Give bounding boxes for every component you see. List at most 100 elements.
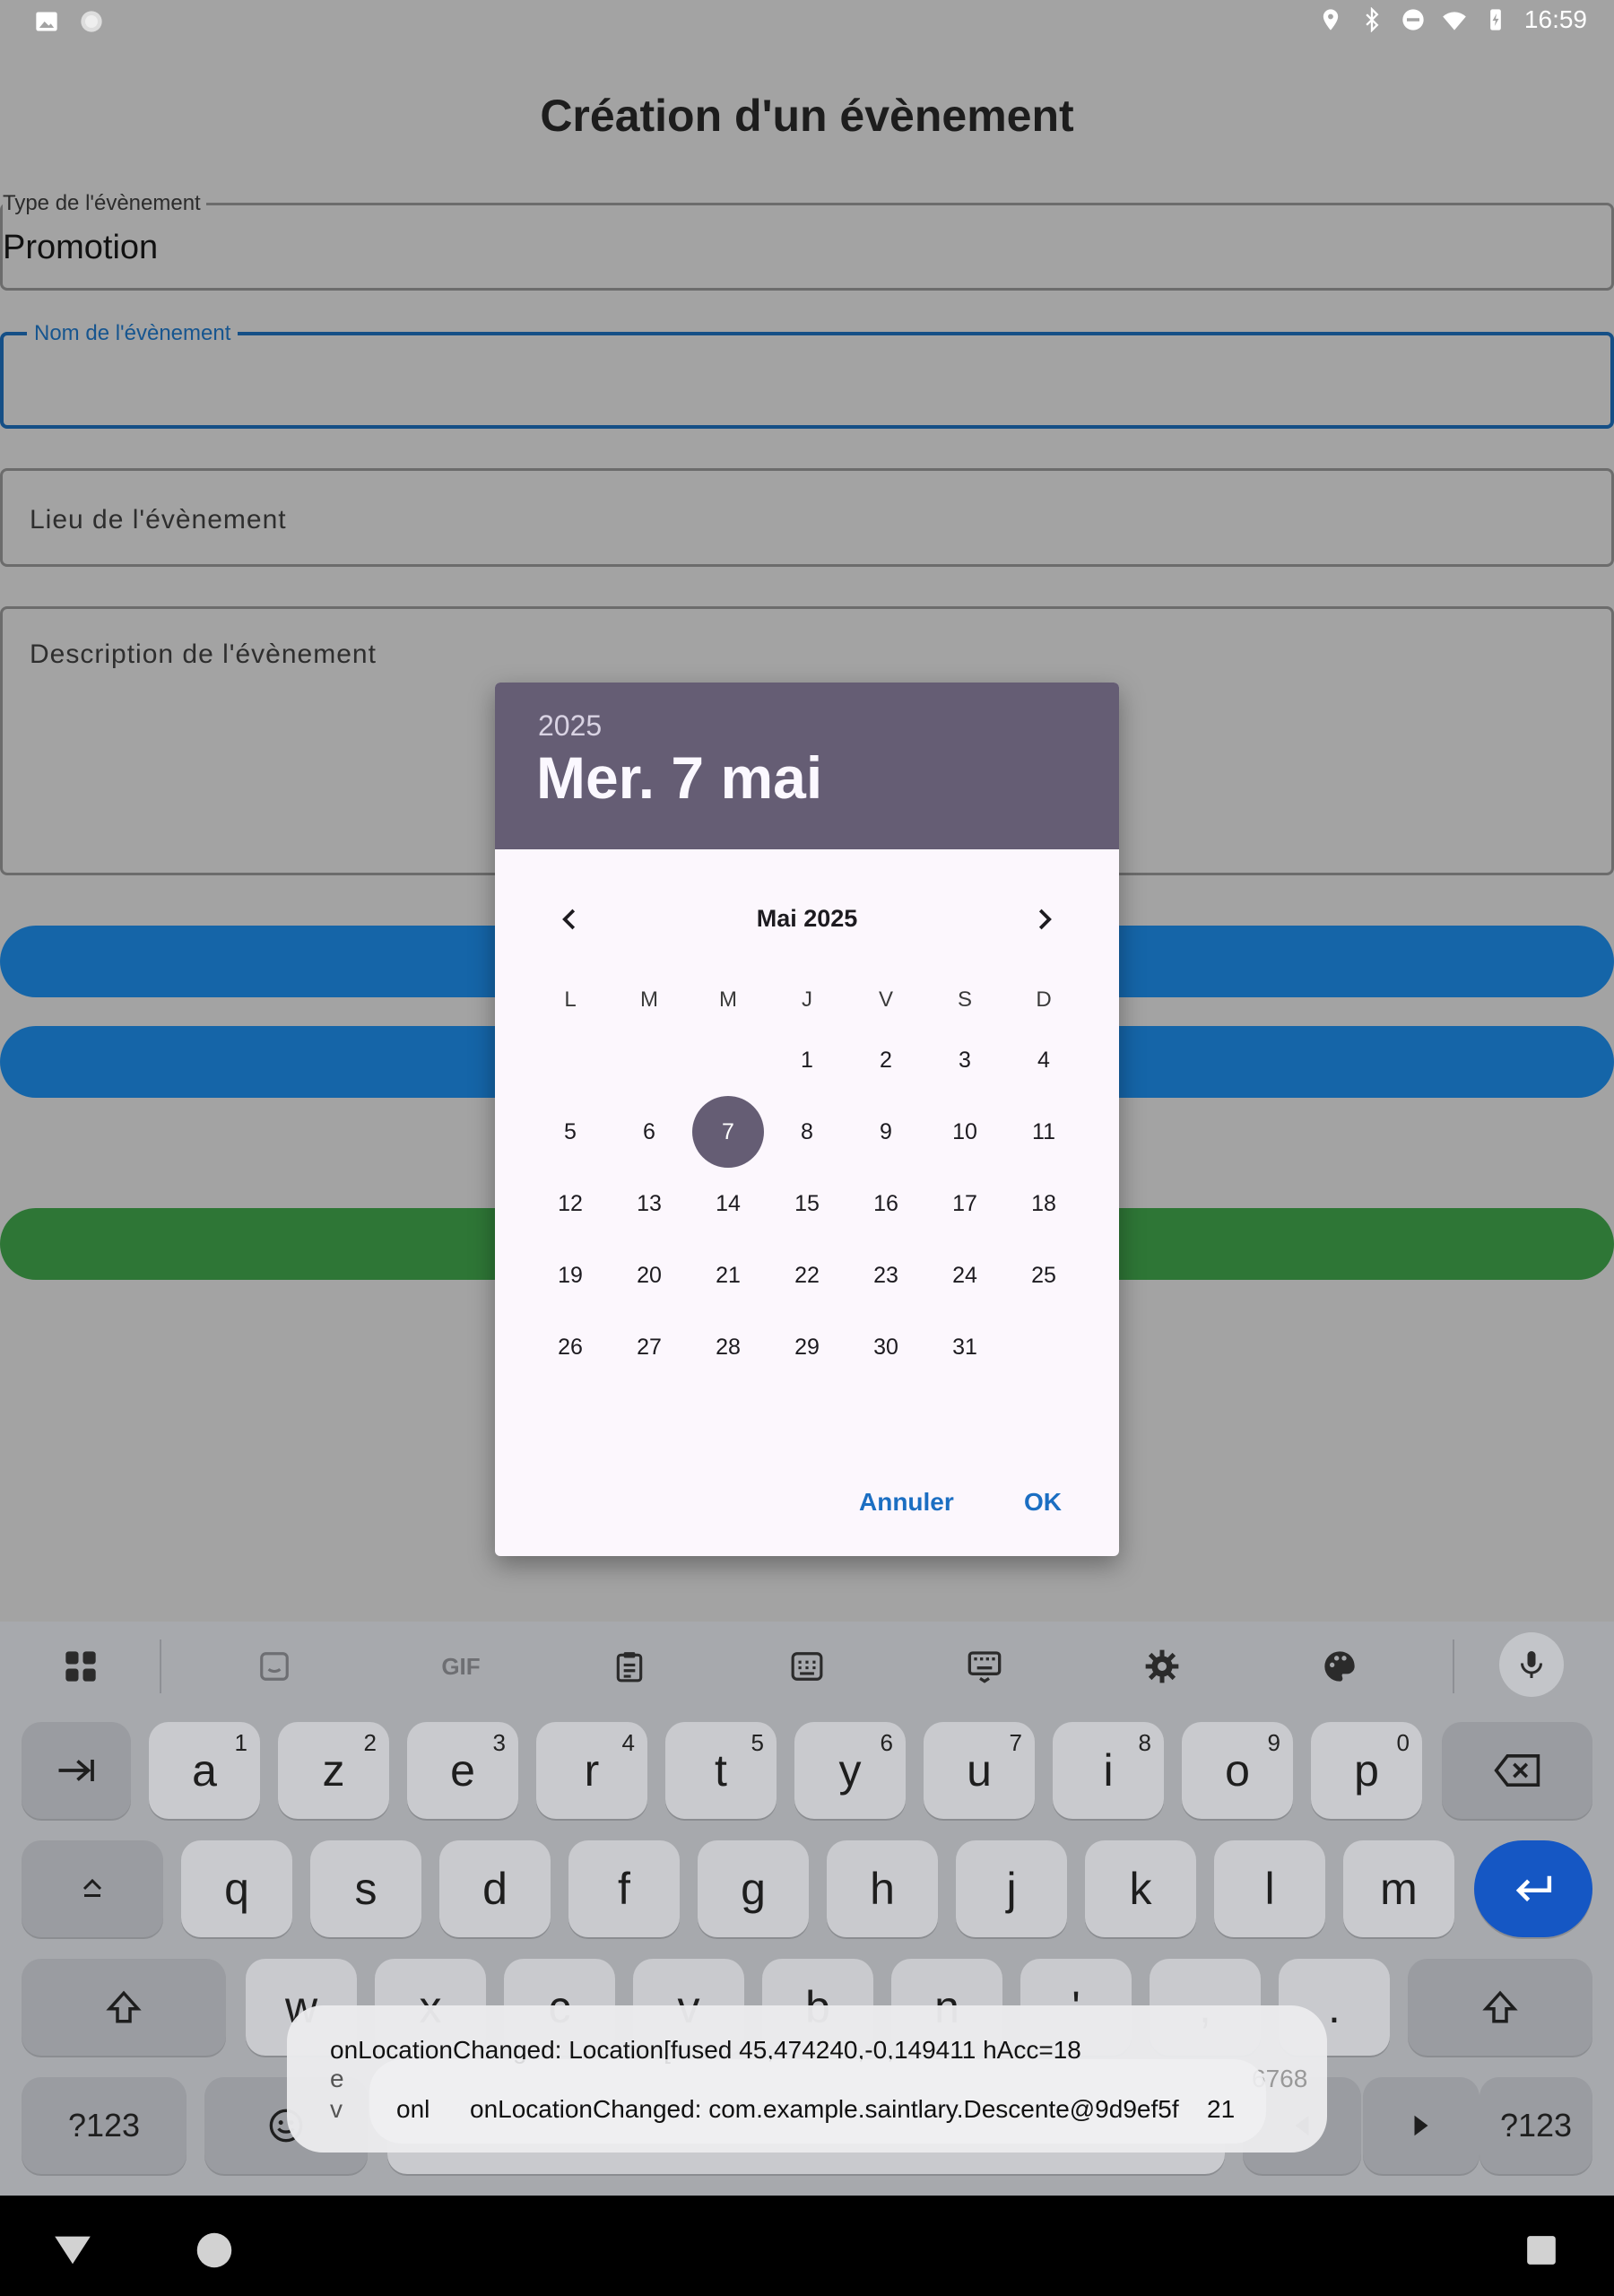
key-u[interactable]: u7 [924,1722,1035,1819]
key-r[interactable]: r4 [536,1722,647,1819]
key-y[interactable]: y6 [794,1722,906,1819]
key-k[interactable]: k [1085,1840,1196,1937]
calendar-day[interactable]: 15 [771,1168,843,1239]
settings-gear-icon[interactable] [1142,1647,1182,1686]
calendar-day[interactable]: 1 [771,1024,843,1096]
calendar-day[interactable]: 26 [534,1311,606,1383]
key-h[interactable]: h [827,1840,938,1937]
key-number-hint: 8 [1138,1729,1151,1756]
dnd-icon [1402,9,1424,30]
home-circle-icon[interactable] [195,2231,233,2269]
shift-key-left[interactable] [22,1959,226,2056]
cursor-right-icon [1414,2115,1428,2136]
recents-square-icon[interactable] [1524,2233,1558,2267]
toast-line-3-prefix: v [330,2095,343,2123]
palette-icon[interactable] [1320,1647,1359,1686]
clipboard-icon[interactable] [610,1647,649,1686]
calendar-day[interactable]: 11 [1008,1096,1080,1168]
calendar-day[interactable]: 20 [613,1239,685,1311]
key-number-hint: 7 [1009,1729,1022,1756]
weekday-label: L [564,987,577,1012]
back-triangle-icon[interactable] [52,2233,93,2266]
event-name-field[interactable]: Nom de l'évènement [0,323,1614,429]
calendar-day[interactable]: 29 [771,1311,843,1383]
key-s[interactable]: s [310,1840,421,1937]
calendar-day[interactable]: 17 [929,1168,1001,1239]
bluetooth-icon [1366,7,1379,32]
event-type-value: Promotion [3,229,159,266]
calendar-day[interactable]: 21 [692,1239,764,1311]
keyboard-icon[interactable] [965,1647,1004,1686]
event-place-field[interactable]: Lieu de l'évènement [0,468,1614,567]
weekday-label: S [957,987,972,1012]
key-g[interactable]: g [698,1840,809,1937]
toast-overlay-prefix: onl [396,2095,430,2123]
key-label: e [450,1745,475,1796]
calendar-day[interactable]: 24 [929,1239,1001,1311]
ok-button[interactable]: OK [1024,1488,1062,1517]
calendar-day[interactable]: 4 [1008,1024,1080,1096]
calendar-day[interactable]: 19 [534,1239,606,1311]
calendar-day[interactable]: 31 [929,1311,1001,1383]
key-p[interactable]: p0 [1311,1722,1422,1819]
backspace-key[interactable] [1442,1722,1592,1819]
key-t[interactable]: t5 [665,1722,777,1819]
calendar-day[interactable]: 9 [850,1096,922,1168]
calendar-day[interactable]: 10 [929,1096,1001,1168]
calendar-day[interactable]: 3 [929,1024,1001,1096]
event-type-field[interactable]: Type de l'évènement Promotion [0,193,1614,291]
chevron-right-icon [1038,909,1052,930]
header-year[interactable]: 2025 [538,709,602,743]
apps-grid-icon[interactable] [61,1647,100,1686]
key-label: a [192,1745,217,1796]
calendar-day[interactable]: 30 [850,1311,922,1383]
toast-overlay-text: onLocationChanged: com.example.saintlary… [470,2095,1179,2123]
microphone-icon [1521,1651,1542,1678]
cancel-button[interactable]: Annuler [859,1488,954,1517]
calendar-day[interactable]: 22 [771,1239,843,1311]
calendar-day[interactable]: 18 [1008,1168,1080,1239]
key-j[interactable]: j [956,1840,1067,1937]
cursor-right-key[interactable] [1363,2077,1480,2174]
calendar-day[interactable]: 16 [850,1168,922,1239]
selected-day[interactable]: 7 [692,1096,764,1168]
key-label: p [1354,1745,1379,1796]
calendar-day[interactable]: 27 [613,1311,685,1383]
calendar-day[interactable]: 13 [613,1168,685,1239]
calendar-day[interactable]: 12 [534,1168,606,1239]
key-f[interactable]: f [568,1840,680,1937]
key-m[interactable]: m [1343,1840,1454,1937]
key-d[interactable]: d [439,1840,551,1937]
key-q[interactable]: q [181,1840,292,1937]
calendar-day[interactable]: 14 [692,1168,764,1239]
key-l[interactable]: l [1214,1840,1325,1937]
key-e[interactable]: e3 [407,1722,518,1819]
calendar-day[interactable]: 5 [534,1096,606,1168]
microphone-button[interactable] [1499,1632,1564,1697]
gif-icon[interactable]: GIF [432,1647,490,1686]
calendar-day[interactable]: 2 [850,1024,922,1096]
key-label: t [715,1745,727,1796]
calendar-day[interactable]: 23 [850,1239,922,1311]
tab-key[interactable] [22,1722,131,1819]
calendar-day[interactable]: 28 [692,1311,764,1383]
symbols-key-left[interactable]: ?123 [22,2077,187,2174]
key-number-hint: 4 [621,1729,635,1756]
symbols-key-right[interactable]: ?123 [1480,2077,1592,2174]
location-icon [1323,9,1339,30]
key-z[interactable]: z2 [278,1722,389,1819]
calendar-day[interactable]: 6 [613,1096,685,1168]
key-a[interactable]: a1 [149,1722,260,1819]
shift-lock-key[interactable] [22,1840,163,1937]
shift-key-right[interactable] [1408,1959,1592,2056]
enter-key[interactable] [1474,1840,1592,1937]
keyboard-layout-icon[interactable] [787,1647,827,1686]
key-number-hint: 3 [492,1729,506,1756]
enter-arrow-icon [1515,1875,1552,1902]
key-o[interactable]: o9 [1182,1722,1293,1819]
calendar-day[interactable]: 8 [771,1096,843,1168]
next-month-button[interactable] [1019,894,1069,944]
sticker-icon[interactable] [255,1647,294,1686]
key-i[interactable]: i8 [1053,1722,1164,1819]
calendar-day[interactable]: 25 [1008,1239,1080,1311]
